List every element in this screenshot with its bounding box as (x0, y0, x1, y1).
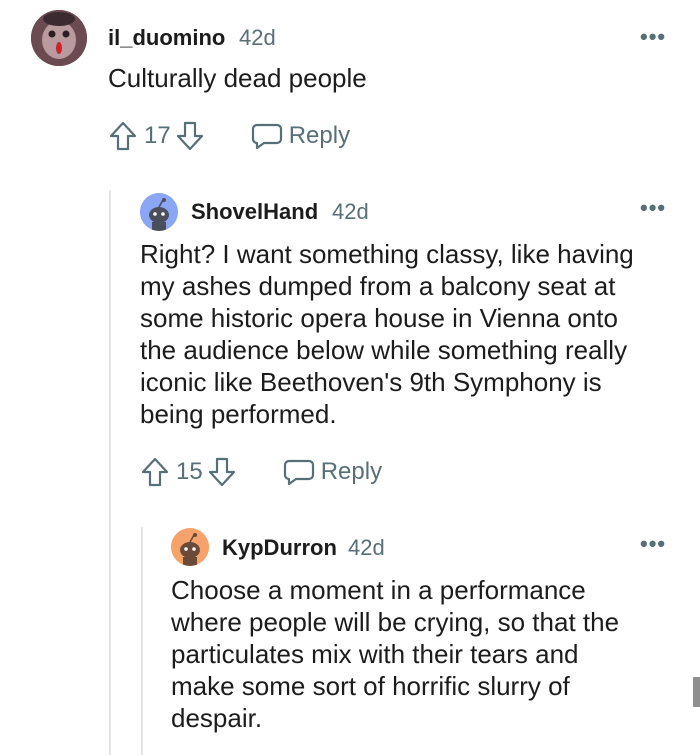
more-options-button[interactable]: ••• (640, 533, 666, 555)
avatar[interactable] (31, 10, 87, 66)
username[interactable]: KypDurron (222, 535, 337, 561)
vote-score: 17 (144, 122, 171, 149)
username[interactable]: il_duomino (108, 25, 225, 51)
reply-label: Reply (288, 122, 351, 149)
comment-body: Culturally dead people (108, 63, 367, 93)
downvote-icon[interactable] (207, 456, 237, 488)
avatar[interactable] (140, 193, 178, 231)
timestamp: 42d (332, 199, 369, 224)
chat-bubble-icon (251, 123, 282, 150)
user-avatar-photo-icon (31, 10, 87, 66)
avatar[interactable] (171, 528, 209, 566)
reply-button[interactable]: Reply (251, 122, 350, 150)
chat-bubble-icon (283, 459, 314, 486)
comment-actions: 15 Reply (140, 456, 382, 488)
timestamp: 42d (348, 535, 385, 560)
upvote-icon[interactable] (108, 120, 138, 152)
thread-line-level-2[interactable] (141, 527, 143, 755)
reply-label: Reply (320, 458, 383, 485)
snoo-avatar-blue-icon (140, 193, 178, 231)
vote-score: 15 (176, 458, 203, 485)
more-options-button[interactable]: ••• (640, 26, 666, 48)
comment-body: Choose a moment in a performance where p… (171, 575, 620, 733)
comment-body: Right? I want something classy, like hav… (140, 239, 634, 429)
downvote-icon[interactable] (175, 120, 205, 152)
reply-button[interactable]: Reply (283, 458, 382, 486)
upvote-icon[interactable] (140, 456, 170, 488)
snoo-avatar-orange-icon (171, 528, 209, 566)
more-options-button[interactable]: ••• (640, 197, 666, 219)
comment-actions: 17 Reply (108, 120, 350, 152)
timestamp: 42d (239, 25, 276, 50)
scrollbar-thumb[interactable] (693, 677, 700, 707)
thread-line-level-1[interactable] (109, 190, 111, 755)
username[interactable]: ShovelHand (191, 199, 318, 225)
